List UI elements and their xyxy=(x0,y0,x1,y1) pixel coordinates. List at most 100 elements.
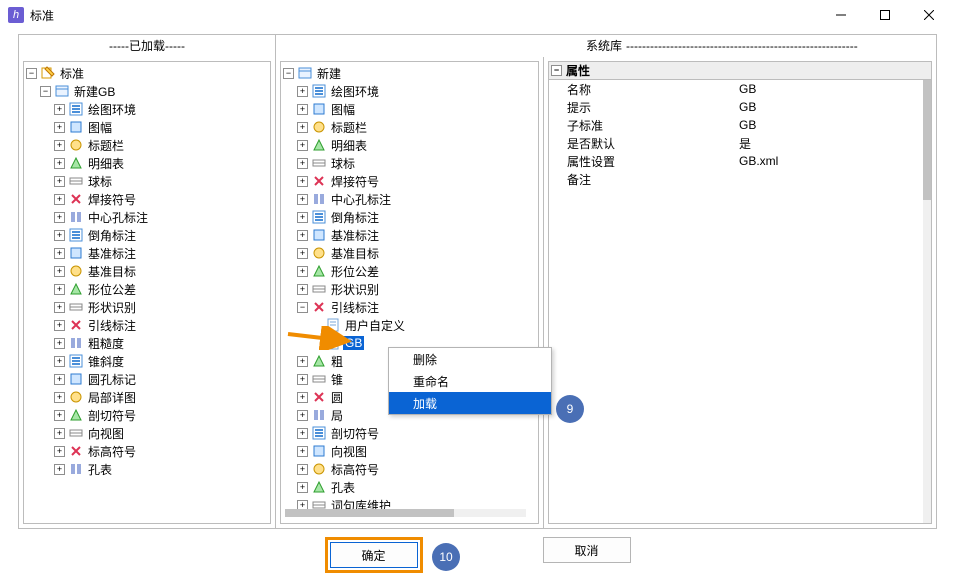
collapse-icon[interactable]: − xyxy=(283,68,294,79)
expand-icon[interactable]: + xyxy=(54,338,65,349)
expand-icon[interactable]: + xyxy=(54,140,65,151)
tree-item[interactable]: + 形位公差 xyxy=(52,280,270,298)
expand-icon[interactable]: + xyxy=(297,284,308,295)
collapse-icon[interactable]: − xyxy=(26,68,37,79)
expand-icon[interactable]: + xyxy=(297,446,308,457)
expand-icon[interactable]: + xyxy=(54,302,65,313)
expand-icon[interactable]: + xyxy=(54,194,65,205)
expand-icon[interactable]: + xyxy=(297,86,308,97)
tree-item[interactable]: + 中心孔标注 xyxy=(295,190,538,208)
tree-item[interactable]: + 形位公差 xyxy=(295,262,538,280)
tree-item[interactable]: + 形状识别 xyxy=(52,298,270,316)
tree-item[interactable]: + 倒角标注 xyxy=(52,226,270,244)
tree-item[interactable]: + 局部详图 xyxy=(52,388,270,406)
tree-item[interactable]: + 球标 xyxy=(295,154,538,172)
tree-item[interactable]: + 锥斜度 xyxy=(52,352,270,370)
property-row[interactable]: 备注 xyxy=(549,170,931,188)
tree-root-standard[interactable]: − 标准 xyxy=(24,64,270,82)
tree-item[interactable]: + 引线标注 xyxy=(52,316,270,334)
menu-item-load[interactable]: 加载 xyxy=(389,392,551,414)
property-row[interactable]: 子标准 GB xyxy=(549,116,931,134)
expand-icon[interactable]: + xyxy=(297,482,308,493)
expand-icon[interactable]: + xyxy=(54,212,65,223)
tree-item[interactable]: + 绘图环境 xyxy=(52,100,270,118)
tree-item[interactable]: + 基准标注 xyxy=(295,226,538,244)
tree-item[interactable]: + 图幅 xyxy=(52,118,270,136)
tree-item[interactable]: + 标题栏 xyxy=(295,118,538,136)
expand-icon[interactable]: + xyxy=(54,176,65,187)
tree-item[interactable]: + 基准目标 xyxy=(52,262,270,280)
tree-item[interactable]: + 剖切符号 xyxy=(295,424,538,442)
expand-icon[interactable]: + xyxy=(54,392,65,403)
expand-icon[interactable]: + xyxy=(297,356,308,367)
expand-icon[interactable]: + xyxy=(297,194,308,205)
expand-icon[interactable]: + xyxy=(54,374,65,385)
expand-icon[interactable]: + xyxy=(54,410,65,421)
tree-item[interactable]: − 引线标注 xyxy=(295,298,538,316)
tree-item[interactable]: + 向视图 xyxy=(295,442,538,460)
menu-item-delete[interactable]: 删除 xyxy=(389,348,551,370)
expand-icon[interactable]: + xyxy=(54,230,65,241)
expand-icon[interactable]: + xyxy=(54,428,65,439)
scroll-thumb[interactable] xyxy=(923,80,931,200)
expand-icon[interactable]: + xyxy=(297,248,308,259)
tree-item[interactable]: + 圆孔标记 xyxy=(52,370,270,388)
tree-item[interactable]: + 标题栏 xyxy=(52,136,270,154)
tree-item[interactable]: + 标高符号 xyxy=(52,442,270,460)
horizontal-scrollbar[interactable] xyxy=(285,509,526,517)
scroll-thumb[interactable] xyxy=(285,509,454,517)
tree-item[interactable]: + 绘图环境 xyxy=(295,82,538,100)
tree-item[interactable]: + 标高符号 xyxy=(295,460,538,478)
tree-item[interactable]: + 倒角标注 xyxy=(295,208,538,226)
property-row[interactable]: 属性设置 GB.xml xyxy=(549,152,931,170)
tree-item[interactable]: + 基准目标 xyxy=(295,244,538,262)
tree-item[interactable]: + 孔表 xyxy=(295,478,538,496)
expand-icon[interactable]: + xyxy=(297,158,308,169)
expand-icon[interactable]: + xyxy=(297,392,308,403)
collapse-icon[interactable]: − xyxy=(551,65,562,76)
expand-icon[interactable]: + xyxy=(54,248,65,259)
expand-icon[interactable]: + xyxy=(297,464,308,475)
maximize-button[interactable] xyxy=(863,0,907,30)
tree-item[interactable]: + 明细表 xyxy=(295,136,538,154)
expand-icon[interactable]: + xyxy=(54,446,65,457)
collapse-icon[interactable]: − xyxy=(297,302,308,313)
expand-icon[interactable]: + xyxy=(297,230,308,241)
vertical-scrollbar[interactable] xyxy=(923,80,931,523)
expand-icon[interactable]: + xyxy=(54,356,65,367)
tree-item[interactable]: + 明细表 xyxy=(52,154,270,172)
expand-icon[interactable]: + xyxy=(297,410,308,421)
tree-item[interactable]: + 形状识别 xyxy=(295,280,538,298)
expand-icon[interactable]: + xyxy=(297,212,308,223)
tree-item[interactable]: + 焊接符号 xyxy=(295,172,538,190)
tree-item[interactable]: + 孔表 xyxy=(52,460,270,478)
expand-icon[interactable]: + xyxy=(297,266,308,277)
property-row[interactable]: 名称 GB xyxy=(549,80,931,98)
menu-item-rename[interactable]: 重命名 xyxy=(389,370,551,392)
tree-item[interactable]: + 图幅 xyxy=(295,100,538,118)
minimize-button[interactable] xyxy=(819,0,863,30)
tree-node-newgb[interactable]: − 新建GB xyxy=(38,82,270,100)
expand-icon[interactable]: + xyxy=(54,122,65,133)
collapse-icon[interactable]: − xyxy=(40,86,51,97)
expand-icon[interactable]: + xyxy=(54,104,65,115)
expand-icon[interactable]: + xyxy=(297,428,308,439)
tree-item[interactable]: + 球标 xyxy=(52,172,270,190)
tree-root-new[interactable]: − 新建 xyxy=(281,64,538,82)
expand-icon[interactable]: + xyxy=(297,104,308,115)
tree-item[interactable]: + 焊接符号 xyxy=(52,190,270,208)
properties-header[interactable]: − 属性 xyxy=(549,62,931,80)
tree-item[interactable]: + 向视图 xyxy=(52,424,270,442)
expand-icon[interactable]: + xyxy=(297,374,308,385)
expand-icon[interactable]: + xyxy=(297,122,308,133)
tree-item[interactable]: + 剖切符号 xyxy=(52,406,270,424)
expand-icon[interactable]: + xyxy=(54,320,65,331)
tree-loaded[interactable]: − 标准 − 新建GB + 绘图环境 + xyxy=(23,61,271,524)
tree-item[interactable]: + 基准标注 xyxy=(52,244,270,262)
ok-button[interactable]: 确定 xyxy=(330,542,418,568)
expand-icon[interactable]: + xyxy=(54,266,65,277)
expand-icon[interactable]: + xyxy=(297,140,308,151)
expand-icon[interactable]: + xyxy=(54,464,65,475)
tree-item[interactable]: + 粗糙度 xyxy=(52,334,270,352)
cancel-button[interactable]: 取消 xyxy=(543,537,631,563)
